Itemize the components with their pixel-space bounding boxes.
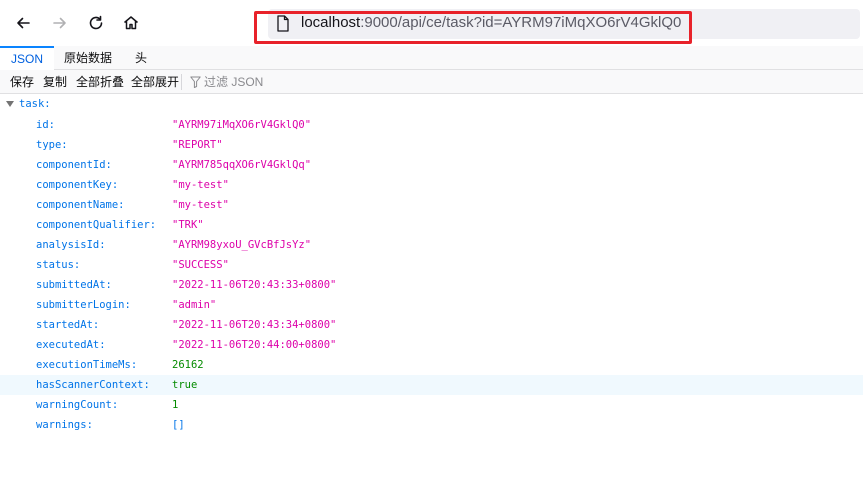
json-value: "AYRM97iMqXO6rV4GklQ0" bbox=[172, 119, 312, 131]
root-key: task: bbox=[19, 98, 51, 110]
json-value: "AYRM98yxoU_GVcBfJsYz" bbox=[172, 239, 312, 251]
tree-row[interactable]: componentName: "my-test" bbox=[0, 195, 863, 215]
tree-row[interactable]: id: "AYRM97iMqXO6rV4GklQ0" bbox=[0, 115, 863, 135]
filter-icon bbox=[190, 76, 201, 88]
filter-json-input[interactable] bbox=[204, 72, 404, 92]
json-key: warnings: bbox=[36, 419, 93, 431]
json-key: componentQualifier: bbox=[36, 219, 157, 231]
browser-navbar: localhost:9000/api/ce/task?id=AYRM97iMqX… bbox=[0, 0, 863, 46]
tree-row[interactable]: status: "SUCCESS" bbox=[0, 255, 863, 275]
tree-row[interactable]: type: "REPORT" bbox=[0, 135, 863, 155]
json-key: componentId: bbox=[36, 159, 112, 171]
toolbar-divider bbox=[181, 74, 182, 90]
json-key: componentKey: bbox=[36, 179, 119, 191]
json-toolbar: 保存 复制 全部折叠 全部展开 bbox=[0, 70, 863, 94]
url-text[interactable]: localhost:9000/api/ce/task?id=AYRM97iMqX… bbox=[301, 14, 681, 31]
json-key: type: bbox=[36, 139, 68, 151]
json-value: "TRK" bbox=[172, 219, 204, 231]
url-path: :9000/api/ce/task?id=AYRM97iMqXO6rV4GklQ… bbox=[360, 14, 682, 31]
json-value: "REPORT" bbox=[172, 139, 223, 151]
json-value: "my-test" bbox=[172, 179, 229, 191]
tree-row[interactable]: analysisId: "AYRM98yxoU_GVcBfJsYz" bbox=[0, 235, 863, 255]
home-icon bbox=[124, 16, 138, 30]
json-key: executedAt: bbox=[36, 339, 106, 351]
json-key: componentName: bbox=[36, 199, 125, 211]
expand-all-button[interactable]: 全部展开 bbox=[131, 70, 179, 94]
json-key: warningCount: bbox=[36, 399, 119, 411]
copy-button[interactable]: 复制 bbox=[43, 70, 67, 94]
tree-row[interactable]: hasScannerContext: true bbox=[0, 375, 863, 395]
json-value: "admin" bbox=[172, 299, 217, 311]
json-key: status: bbox=[36, 259, 81, 271]
tree-row[interactable]: componentId: "AYRM785qqXO6rV4GklQq" bbox=[0, 155, 863, 175]
forward-arrow-icon bbox=[53, 17, 66, 29]
forward-button[interactable] bbox=[47, 10, 73, 36]
tree-row[interactable]: componentKey: "my-test" bbox=[0, 175, 863, 195]
json-key: id: bbox=[36, 119, 55, 131]
tree-row[interactable]: submittedAt: "2022-11-06T20:43:33+0800" bbox=[0, 275, 863, 295]
json-key: hasScannerContext: bbox=[36, 379, 150, 391]
tree-row[interactable]: startedAt: "2022-11-06T20:43:34+0800" bbox=[0, 315, 863, 335]
json-value: "my-test" bbox=[172, 199, 229, 211]
tab-headers[interactable]: 头 bbox=[124, 46, 158, 70]
tree-row[interactable]: componentQualifier: "TRK" bbox=[0, 215, 863, 235]
tree-row[interactable]: executionTimeMs: 26162 bbox=[0, 355, 863, 375]
json-value: "2022-11-06T20:43:34+0800" bbox=[172, 319, 337, 331]
expand-triangle-icon[interactable] bbox=[6, 101, 14, 107]
json-key: startedAt: bbox=[36, 319, 100, 331]
reload-button[interactable] bbox=[83, 10, 109, 36]
json-value: 26162 bbox=[172, 359, 204, 371]
tree-row[interactable]: submitterLogin: "admin" bbox=[0, 295, 863, 315]
json-key: analysisId: bbox=[36, 239, 106, 251]
json-value: "2022-11-06T20:43:33+0800" bbox=[172, 279, 337, 291]
json-value: [] bbox=[172, 419, 185, 431]
back-button[interactable] bbox=[10, 10, 36, 36]
page-icon bbox=[277, 15, 289, 32]
tab-json[interactable]: JSON bbox=[0, 46, 54, 71]
url-host: localhost bbox=[301, 14, 361, 31]
tree-row[interactable]: warnings: [] bbox=[0, 415, 863, 435]
json-value: "SUCCESS" bbox=[172, 259, 229, 271]
json-key: submitterLogin: bbox=[36, 299, 131, 311]
json-value: "2022-11-06T20:44:00+0800" bbox=[172, 339, 337, 351]
viewer-tabs: JSON 原始数据 头 bbox=[0, 46, 863, 71]
tree-row[interactable]: executedAt: "2022-11-06T20:44:00+0800" bbox=[0, 335, 863, 355]
back-arrow-icon bbox=[17, 17, 30, 29]
json-key: executionTimeMs: bbox=[36, 359, 138, 371]
tree-row[interactable]: warningCount: 1 bbox=[0, 395, 863, 415]
collapse-all-button[interactable]: 全部折叠 bbox=[76, 70, 124, 94]
json-key: submittedAt: bbox=[36, 279, 112, 291]
json-value: "AYRM785qqXO6rV4GklQq" bbox=[172, 159, 312, 171]
json-value: true bbox=[172, 379, 198, 391]
reload-icon bbox=[89, 15, 103, 30]
tab-raw-data[interactable]: 原始数据 bbox=[56, 46, 120, 70]
json-value: 1 bbox=[172, 399, 179, 411]
home-button[interactable] bbox=[118, 10, 144, 36]
save-button[interactable]: 保存 bbox=[10, 70, 34, 94]
tree-root-row[interactable]: task: bbox=[0, 95, 863, 115]
